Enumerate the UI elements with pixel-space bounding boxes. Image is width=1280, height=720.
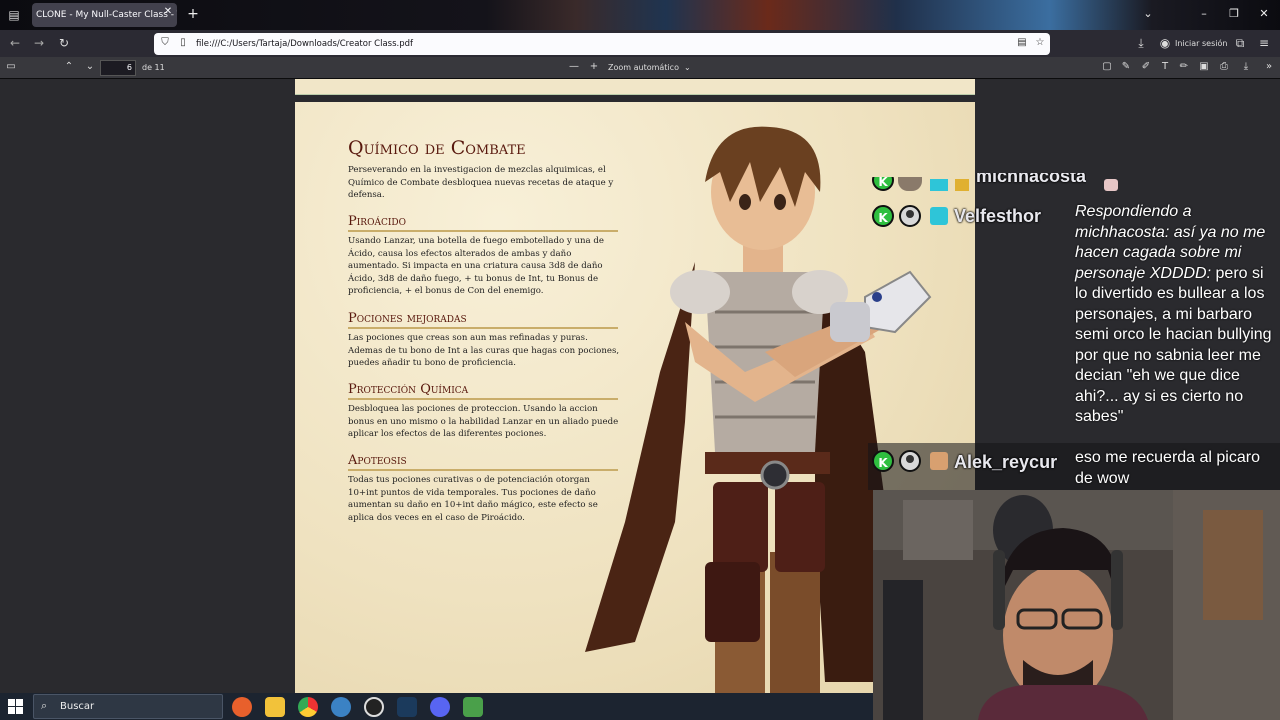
tab-title: CLONE - My Null-Caster Class - The	[36, 10, 177, 20]
chat-username: michhacosta	[976, 173, 1087, 186]
forward-icon[interactable]: →	[31, 35, 47, 51]
user-badge-icon	[899, 205, 921, 227]
chevron-down-icon: ⌄	[684, 63, 691, 72]
app-c-icon[interactable]	[331, 697, 351, 717]
emote-icon	[930, 179, 948, 191]
obs-icon[interactable]	[364, 697, 384, 717]
account-icon[interactable]: ◉	[1157, 35, 1173, 51]
search-icon: ⌕	[41, 699, 48, 712]
tab-list-icon[interactable]: ▤	[6, 7, 22, 23]
file-explorer-icon[interactable]	[265, 697, 285, 717]
emote-icon	[955, 179, 969, 191]
avatar	[898, 177, 922, 191]
tab-strip: ▤ CLONE - My Null-Caster Class - The ✕ +…	[0, 0, 1280, 30]
highlight-icon[interactable]: ✐	[1139, 60, 1153, 74]
zoom-select[interactable]: Zoom automático ⌄	[604, 60, 696, 76]
page-icon[interactable]: ▯	[177, 37, 189, 49]
back-icon[interactable]: ←	[7, 35, 23, 51]
firefox-icon[interactable]	[232, 697, 252, 717]
page-number-input[interactable]: 6	[100, 60, 136, 76]
user-badge-icon	[899, 450, 921, 472]
chat-username: Alek_reycur	[954, 452, 1058, 472]
star-icon[interactable]: ☆	[1034, 37, 1046, 49]
reload-icon[interactable]: ↻	[56, 35, 72, 51]
pdf-toolbar: ▭ ⌃ ⌄ 6 de 11 — + Zoom automático ⌄ ▢ ✎ …	[0, 57, 1280, 79]
print-icon[interactable]: ⎙	[1217, 60, 1231, 74]
taskbar: ⌕ Buscar	[0, 693, 873, 720]
download-icon[interactable]: ⤓	[1133, 35, 1149, 51]
url-bar[interactable]: ⛉ ▯ file:///C:/Users/Tartaja/Downloads/C…	[154, 33, 1050, 55]
stream-chat-overlay: K michhacosta K Velfesthor Respondiendo …	[868, 173, 1280, 490]
signin-link[interactable]: Iniciar sesión	[1175, 30, 1227, 57]
app-grid-icon[interactable]	[463, 697, 483, 717]
emote-icon	[930, 452, 948, 470]
discord-icon[interactable]	[430, 697, 450, 717]
active-tab[interactable]: CLONE - My Null-Caster Class - The	[32, 3, 177, 27]
zoom-out-button[interactable]: —	[567, 60, 581, 74]
signature-icon[interactable]: ✎	[1119, 60, 1133, 74]
navigation-bar: ← → ↻ ⛉ ▯ file:///C:/Users/Tartaja/Downl…	[0, 30, 1280, 57]
message-text: pero si lo divertido es bullear a los pe…	[1075, 264, 1272, 426]
tab-overflow-chevron-icon[interactable]: ⌄	[1141, 8, 1155, 20]
search-placeholder: Buscar	[60, 701, 95, 712]
chrome-icon[interactable]	[298, 697, 318, 717]
text-tool-icon[interactable]: T	[1158, 60, 1172, 74]
previous-page-bottom	[295, 79, 975, 95]
zoom-in-button[interactable]: +	[587, 60, 601, 74]
sidebar-toggle-icon[interactable]: ▭	[4, 60, 18, 74]
reader-view-icon[interactable]: ▤	[1016, 37, 1028, 49]
menu-icon[interactable]: ≡	[1256, 35, 1272, 51]
save-icon[interactable]: ⤓	[1239, 60, 1253, 74]
page-title: Químico de Combate	[348, 137, 526, 159]
zoom-value: Zoom automático	[608, 63, 679, 72]
emote-icon	[930, 207, 948, 225]
chat-username: Velfesthor	[954, 206, 1042, 226]
webcam-feed	[873, 490, 1280, 720]
shield-icon[interactable]: ⛉	[159, 37, 171, 49]
emote-icon	[1104, 179, 1118, 191]
moderator-badge-icon: K	[872, 205, 894, 227]
maximize-icon[interactable]: ❐	[1227, 8, 1241, 20]
chat-message: Respondiendo a michhacosta: así ya no me…	[1075, 202, 1275, 428]
close-window-icon[interactable]: ✕	[1257, 8, 1271, 20]
moderator-badge-icon: K	[872, 177, 894, 191]
extensions-icon[interactable]: ⧉	[1232, 35, 1248, 51]
url-text[interactable]: file:///C:/Users/Tartaja/Downloads/Creat…	[196, 33, 413, 55]
more-tools-icon[interactable]: »	[1262, 60, 1276, 74]
minimize-icon[interactable]: –	[1197, 8, 1211, 20]
draw-icon[interactable]: ✏	[1177, 60, 1191, 74]
image-icon[interactable]: ▣	[1197, 60, 1211, 74]
previous-page-icon[interactable]: ⌃	[62, 60, 76, 74]
taskbar-search[interactable]: ⌕ Buscar	[33, 694, 223, 719]
new-tab-icon[interactable]: +	[186, 6, 200, 22]
page-count: de 11	[142, 63, 165, 72]
moderator-badge-icon: K	[872, 450, 894, 472]
tab-close-icon[interactable]: ✕	[162, 6, 174, 18]
windows-start-icon[interactable]	[8, 699, 23, 714]
screen: ▤ CLONE - My Null-Caster Class - The ✕ +…	[0, 0, 1280, 720]
next-page-icon[interactable]: ⌄	[83, 60, 97, 74]
chat-message: eso me recuerda al picaro de wow	[1075, 449, 1260, 487]
steam-icon[interactable]	[397, 697, 417, 717]
comment-icon[interactable]: ▢	[1100, 60, 1114, 74]
